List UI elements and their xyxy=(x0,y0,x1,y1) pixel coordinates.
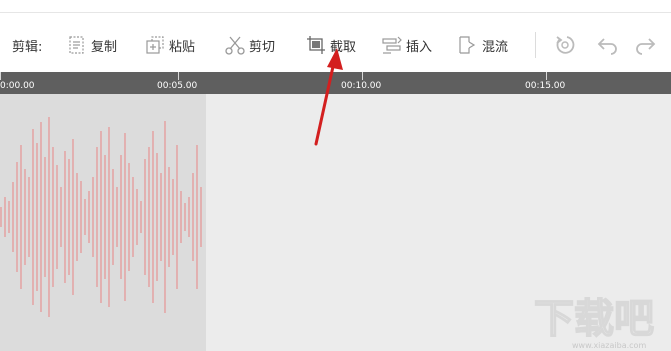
crop-label: 截取 xyxy=(330,39,357,55)
copy-button[interactable]: 复制 xyxy=(66,33,117,57)
audio-track[interactable] xyxy=(0,94,671,351)
redo-icon[interactable] xyxy=(634,33,658,57)
paste-label: 粘贴 xyxy=(169,39,196,55)
paste-icon xyxy=(144,34,166,56)
timeline-tick xyxy=(362,72,363,80)
timeline-label: 00:10.00 xyxy=(341,81,382,91)
timeline-label: 00:05.00 xyxy=(157,81,198,91)
timeline-tick xyxy=(0,72,1,80)
timeline-tick xyxy=(546,72,547,80)
edit-toolbar: 剪辑: 复制 粘贴 剪切 截取 插入 混流 xyxy=(0,28,671,62)
crop-icon xyxy=(305,34,327,56)
timeline-label: 0:00.00 xyxy=(0,81,35,91)
timeline-tick xyxy=(178,72,179,80)
undo-icon[interactable] xyxy=(595,33,619,57)
timeline-label: 00:15.00 xyxy=(525,81,566,91)
insert-icon xyxy=(381,34,403,56)
crop-button[interactable]: 截取 xyxy=(305,33,356,57)
copy-label: 复制 xyxy=(91,39,118,55)
timeline-ruler[interactable]: 0:00.00 00:05.00 00:10.00 00:15.00 xyxy=(0,72,671,94)
edit-label: 剪辑: xyxy=(12,40,43,55)
paste-button[interactable]: 粘贴 xyxy=(144,33,195,57)
toolbar-separator xyxy=(535,32,536,58)
mix-icon xyxy=(457,34,479,56)
cut-label: 剪切 xyxy=(249,39,276,55)
top-divider xyxy=(0,12,671,13)
reset-icon[interactable] xyxy=(553,33,577,57)
scissors-icon xyxy=(224,34,246,56)
mix-button[interactable]: 混流 xyxy=(457,33,508,57)
mix-label: 混流 xyxy=(482,39,509,55)
waveform xyxy=(0,117,202,317)
cut-button[interactable]: 剪切 xyxy=(224,33,275,57)
insert-label: 插入 xyxy=(406,39,433,55)
copy-icon xyxy=(66,34,88,56)
insert-button[interactable]: 插入 xyxy=(381,33,432,57)
